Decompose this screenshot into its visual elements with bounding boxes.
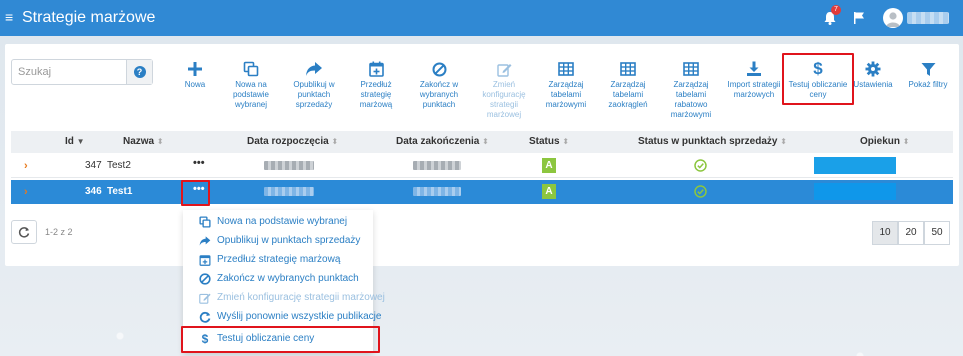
- ban-icon: [432, 62, 446, 76]
- plus-icon: [188, 62, 202, 76]
- table-icon: [683, 62, 699, 76]
- toolbar-rounding-tables-button[interactable]: Zarządzaj tabelami zaokrągleń: [598, 58, 658, 110]
- copy-icon: [199, 216, 211, 228]
- flag-icon[interactable]: [852, 10, 866, 26]
- owner-redacted: [814, 157, 896, 174]
- expand-chevron-icon[interactable]: ›: [24, 160, 28, 172]
- highlight-box: [782, 53, 854, 105]
- toolbar-discount-tables-button[interactable]: Zarządzaj tabelami rabatowo marżowymi: [661, 58, 721, 120]
- start-date-redacted: [264, 187, 314, 196]
- column-header-start-date[interactable]: Data rozpoczęcia ⬍: [247, 136, 338, 148]
- calendar-plus-icon: [368, 61, 384, 77]
- menu-item-new-from-selected[interactable]: Nowa na podstawie wybranej: [183, 212, 373, 232]
- search-input[interactable]: [12, 60, 126, 84]
- calendar-plus-icon: [199, 255, 211, 266]
- table-icon: [620, 62, 636, 76]
- notification-badge: 7: [831, 5, 841, 15]
- status-badge: A: [542, 158, 556, 173]
- toolbar-label: Import strategii marżowych: [727, 80, 781, 99]
- search-box: ?: [11, 59, 153, 85]
- toolbar-new-from-selected-button[interactable]: Nowa na podstawie wybranej: [221, 58, 281, 110]
- column-header-end-date[interactable]: Data zakończenia ⬍: [396, 136, 489, 148]
- toolbar-label: Zarządzaj tabelami zaokrągleń: [608, 80, 648, 109]
- row-id: 346: [85, 186, 102, 197]
- copy-icon: [243, 61, 259, 77]
- toolbar-label: Nowa: [184, 80, 206, 89]
- question-icon: ?: [133, 66, 146, 78]
- table-header: Id ▼ Nazwa ⬍ Data rozpoczęcia ⬍ Data zak…: [11, 131, 953, 153]
- column-header-status-pos[interactable]: Status w punktach sprzedaży ⬍: [638, 136, 787, 148]
- share-icon: [199, 236, 211, 246]
- toolbar-label: Pokaż filtry: [908, 80, 948, 89]
- toolbar-label: Przedłuż strategię marżową: [359, 80, 393, 109]
- table-row[interactable]: › 347 Test2 ••• A: [11, 154, 953, 178]
- column-header-status[interactable]: Status ⬍: [529, 136, 569, 148]
- main-panel: ? Nowa Nowa na podstawie wybranej Opubli…: [5, 44, 959, 266]
- table-icon: [558, 62, 574, 76]
- column-header-name[interactable]: Nazwa ⬍: [123, 136, 164, 148]
- toolbar-extend-button[interactable]: Przedłuż strategię marżową: [346, 58, 406, 110]
- toolbar-label: Zmień konfigurację strategii marżowej: [482, 80, 526, 119]
- check-circle-icon: [694, 185, 707, 198]
- toolbar-new-button[interactable]: Nowa: [165, 58, 225, 90]
- toolbar-show-filters-button[interactable]: Pokaż filtry: [898, 58, 958, 90]
- filter-icon: [921, 62, 935, 76]
- row-name: Test2: [107, 160, 131, 171]
- menu-item-end[interactable]: Zakończ w wybranych punktach: [183, 269, 373, 289]
- end-date-redacted: [413, 161, 461, 170]
- toolbar-label: Nowa na podstawie wybranej: [232, 80, 270, 109]
- edit-icon: [496, 63, 511, 77]
- row-actions-menu-button[interactable]: •••: [193, 157, 205, 169]
- user-name-redacted[interactable]: [907, 12, 949, 24]
- gear-icon: [865, 61, 881, 77]
- download-icon: [747, 61, 761, 76]
- column-header-owner[interactable]: Opiekun ⬍: [860, 136, 910, 148]
- toolbar-label: Zakończ w wybranych punktach: [419, 80, 459, 109]
- owner-redacted: [814, 183, 896, 200]
- toolbar-label: Zarządzaj tabelami marżowymi: [545, 80, 587, 109]
- highlight-box: [181, 326, 380, 353]
- redo-icon: [199, 311, 211, 323]
- hamburger-menu-icon[interactable]: ≡: [5, 9, 13, 25]
- page-size-20[interactable]: 20: [898, 221, 924, 245]
- search-help-button[interactable]: ?: [126, 60, 152, 84]
- page-size-50[interactable]: 50: [924, 221, 950, 245]
- highlight-box: [181, 180, 210, 206]
- toolbar-import-button[interactable]: Import strategii marżowych: [724, 58, 784, 100]
- toolbar-label: Opublikuj w punktach sprzedaży: [293, 80, 335, 109]
- toolbar-end-button[interactable]: Zakończ w wybranych punktach: [409, 58, 469, 110]
- expand-chevron-icon[interactable]: ›: [24, 186, 28, 198]
- page-size-10[interactable]: 10: [872, 221, 898, 245]
- refresh-icon: [18, 227, 30, 238]
- edit-icon: [199, 293, 211, 304]
- ban-icon: [199, 273, 211, 285]
- row-name: Test1: [107, 186, 133, 197]
- avatar[interactable]: [883, 8, 903, 28]
- toolbar-label: Zarządzaj tabelami rabatowo marżowymi: [670, 80, 712, 119]
- status-badge: A: [542, 184, 556, 199]
- check-circle-icon: [694, 159, 707, 172]
- menu-item-resend-publications[interactable]: Wyślij ponownie wszystkie publikacje: [183, 307, 381, 327]
- page-title: Strategie marżowe: [22, 9, 156, 26]
- toolbar-margin-tables-button[interactable]: Zarządzaj tabelami marżowymi: [536, 58, 596, 110]
- menu-item-change-config[interactable]: Zmień konfigurację strategii marżowej: [183, 288, 385, 308]
- share-icon: [306, 62, 322, 76]
- pagination-info: 1-2 z 2: [45, 227, 73, 237]
- menu-item-extend[interactable]: Przedłuż strategię marżową: [183, 250, 373, 270]
- start-date-redacted: [264, 161, 314, 170]
- row-id: 347: [85, 160, 102, 171]
- menu-item-publish[interactable]: Opublikuj w punktach sprzedaży: [183, 231, 373, 251]
- toolbar-change-config-button[interactable]: Zmień konfigurację strategii marżowej: [474, 58, 534, 120]
- toolbar-publish-button[interactable]: Opublikuj w punktach sprzedaży: [284, 58, 344, 110]
- end-date-redacted: [413, 187, 461, 196]
- top-bar: ≡ Strategie marżowe 7: [0, 0, 963, 36]
- table-row-selected[interactable]: › 346 Test1 ••• A: [11, 180, 953, 204]
- column-header-id[interactable]: Id ▼: [65, 136, 85, 148]
- refresh-button[interactable]: [11, 220, 37, 244]
